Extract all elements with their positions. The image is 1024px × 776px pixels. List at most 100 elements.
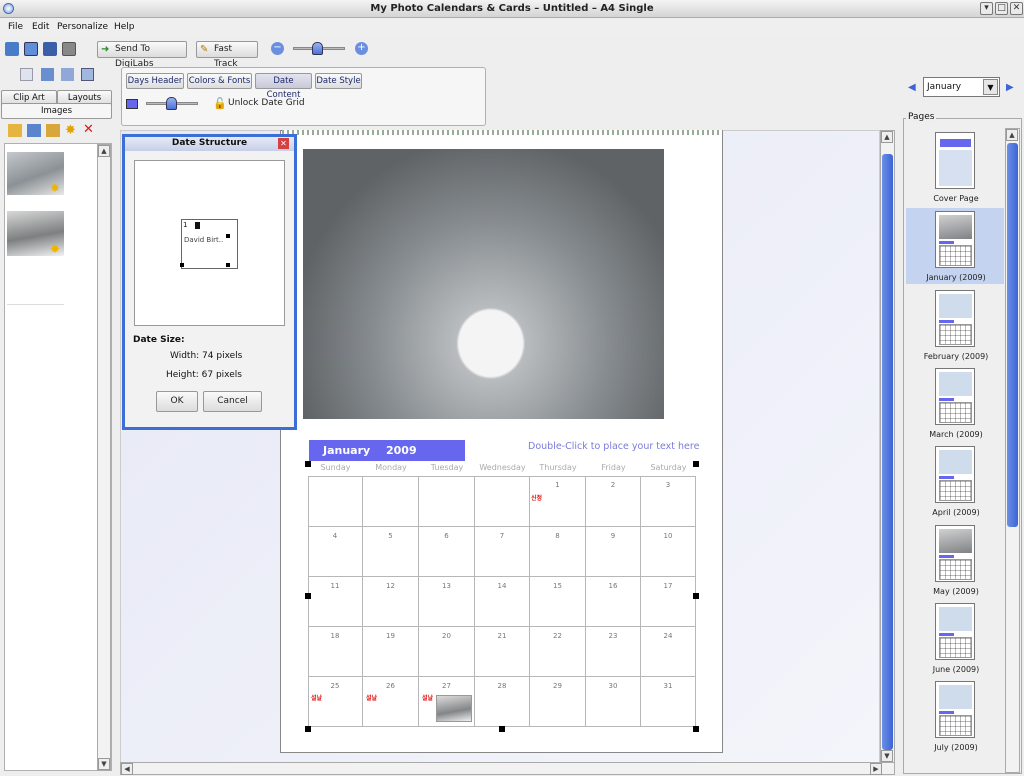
image-thumbnail[interactable] — [7, 268, 64, 305]
image-tool-icon[interactable] — [41, 68, 54, 81]
date-cell[interactable]: 6 — [419, 527, 475, 577]
date-cell[interactable]: 30 — [586, 677, 641, 727]
scroll-left-icon[interactable]: ◀ — [121, 763, 133, 775]
dialog-close-icon[interactable]: ✕ — [278, 138, 289, 149]
date-cell[interactable] — [475, 476, 530, 527]
date-cell[interactable]: 12 — [363, 577, 419, 627]
unlock-date-grid-label[interactable]: Unlock Date Grid — [228, 98, 305, 108]
date-cell[interactable]: 5 — [363, 527, 419, 577]
date-cell[interactable]: 13 — [419, 577, 475, 627]
page-thumbnail[interactable] — [935, 290, 975, 347]
date-cell[interactable]: 17 — [641, 577, 696, 627]
date-cell[interactable]: 23 — [586, 627, 641, 677]
date-photo[interactable] — [436, 695, 472, 722]
grid-slider-thumb[interactable] — [166, 97, 177, 110]
date-cell[interactable]: 20 — [419, 627, 475, 677]
grid-color-icon[interactable] — [126, 99, 138, 109]
page-thumbnail[interactable] — [935, 603, 975, 660]
date-cell[interactable]: 19 — [363, 627, 419, 677]
selection-handle[interactable] — [226, 234, 230, 238]
selection-handle[interactable] — [693, 726, 699, 732]
text-tool-icon[interactable] — [61, 68, 74, 81]
scroll-up-icon[interactable]: ▲ — [881, 131, 893, 143]
pages-scroll-thumb[interactable] — [1007, 143, 1018, 527]
date-cell[interactable]: 8 — [530, 527, 586, 577]
date-cell[interactable]: 21 — [475, 627, 530, 677]
folder-icon[interactable] — [46, 124, 60, 137]
date-cell[interactable]: 3 — [641, 476, 696, 527]
fast-track-button[interactable]: ✎ Fast Track — [196, 41, 258, 69]
delete-icon[interactable]: ✕ — [83, 123, 97, 137]
new-icon[interactable] — [5, 42, 19, 56]
date-cell[interactable]: 7 — [475, 527, 530, 577]
date-cell[interactable]: 31 — [641, 677, 696, 727]
canvas-vscroll-thumb[interactable] — [882, 154, 893, 750]
page-thumbnail[interactable] — [935, 681, 975, 738]
page-thumbnail[interactable] — [935, 368, 975, 425]
scroll-up-icon[interactable]: ▲ — [1006, 129, 1018, 141]
date-cell[interactable]: 10 — [641, 527, 696, 577]
date-cell[interactable]: 22 — [530, 627, 586, 677]
scroll-down-icon[interactable]: ▼ — [881, 750, 893, 762]
date-preview-cell[interactable]: 1 David Birt.. — [180, 219, 238, 269]
scroll-right-icon[interactable]: ▶ — [870, 763, 882, 775]
selection-handle[interactable] — [305, 593, 311, 599]
ok-button[interactable]: OK — [156, 391, 198, 412]
save-icon[interactable] — [43, 42, 57, 56]
date-cell[interactable]: 29 — [530, 677, 586, 727]
minimize-button[interactable]: ▾ — [980, 2, 993, 15]
date-cell[interactable]: 14 — [475, 577, 530, 627]
page-thumbnail[interactable] — [935, 446, 975, 503]
open-icon[interactable] — [24, 42, 38, 56]
date-cell[interactable] — [419, 476, 475, 527]
page-thumbnail[interactable] — [935, 132, 975, 189]
selection-handle[interactable] — [226, 263, 230, 267]
date-cell[interactable]: 9 — [586, 527, 641, 577]
date-cell[interactable] — [363, 476, 419, 527]
prev-month-icon[interactable]: ◀ — [908, 82, 916, 93]
page-thumbnail[interactable] — [935, 525, 975, 582]
date-cell[interactable]: 25 — [308, 677, 363, 727]
date-cell[interactable]: 16 — [586, 577, 641, 627]
selection-handle[interactable] — [693, 461, 699, 467]
tab-images[interactable]: Images — [1, 103, 112, 119]
date-cell[interactable]: 15 — [530, 577, 586, 627]
date-cell[interactable]: 24 — [641, 627, 696, 677]
date-cell[interactable]: 28 — [475, 677, 530, 727]
cancel-button[interactable]: Cancel — [203, 391, 262, 412]
menu-help[interactable]: Help — [114, 18, 135, 36]
chevron-down-icon[interactable]: ▼ — [983, 79, 998, 95]
menu-edit[interactable]: Edit — [32, 18, 49, 36]
date-cell[interactable]: 26 — [363, 677, 419, 727]
selection-handle[interactable] — [180, 263, 184, 267]
date-cell[interactable]: 11 — [308, 577, 363, 627]
zoom-slider-thumb[interactable] — [312, 42, 323, 55]
date-cell[interactable] — [308, 476, 363, 527]
scroll-down-icon[interactable]: ▼ — [98, 758, 110, 770]
page-thumbnail[interactable] — [935, 211, 975, 268]
tab-days-header[interactable]: Days Header — [126, 73, 184, 89]
next-month-icon[interactable]: ▶ — [1006, 82, 1014, 93]
tab-date-content[interactable]: Date Content — [255, 73, 312, 100]
selection-handle[interactable] — [693, 593, 699, 599]
menu-file[interactable]: File — [8, 18, 23, 36]
zoom-out-button[interactable]: − — [271, 42, 284, 55]
date-cell[interactable]: 18 — [308, 627, 363, 677]
add-folder-icon[interactable] — [8, 124, 22, 137]
print-icon[interactable] — [62, 42, 76, 56]
text-placeholder[interactable]: Double-Click to place your text here — [528, 441, 699, 452]
date-cell[interactable]: 4 — [308, 527, 363, 577]
pointer-tool-icon[interactable] — [20, 68, 33, 81]
canvas-hscrollbar[interactable] — [120, 762, 895, 775]
zoom-in-button[interactable]: + — [355, 42, 368, 55]
images-scrollbar[interactable] — [97, 144, 111, 771]
calendar-photo[interactable] — [303, 149, 664, 419]
selection-handle[interactable] — [499, 726, 505, 732]
maximize-button[interactable]: □ — [995, 2, 1008, 15]
lock-icon[interactable]: 🔓 — [213, 97, 227, 110]
tab-date-style[interactable]: Date Style — [315, 73, 362, 89]
menu-personalize[interactable]: Personalize — [57, 18, 108, 36]
star-icon[interactable]: ✸ — [65, 124, 79, 137]
selection-handle[interactable] — [305, 726, 311, 732]
month-select[interactable]: January ▼ — [923, 77, 1000, 97]
